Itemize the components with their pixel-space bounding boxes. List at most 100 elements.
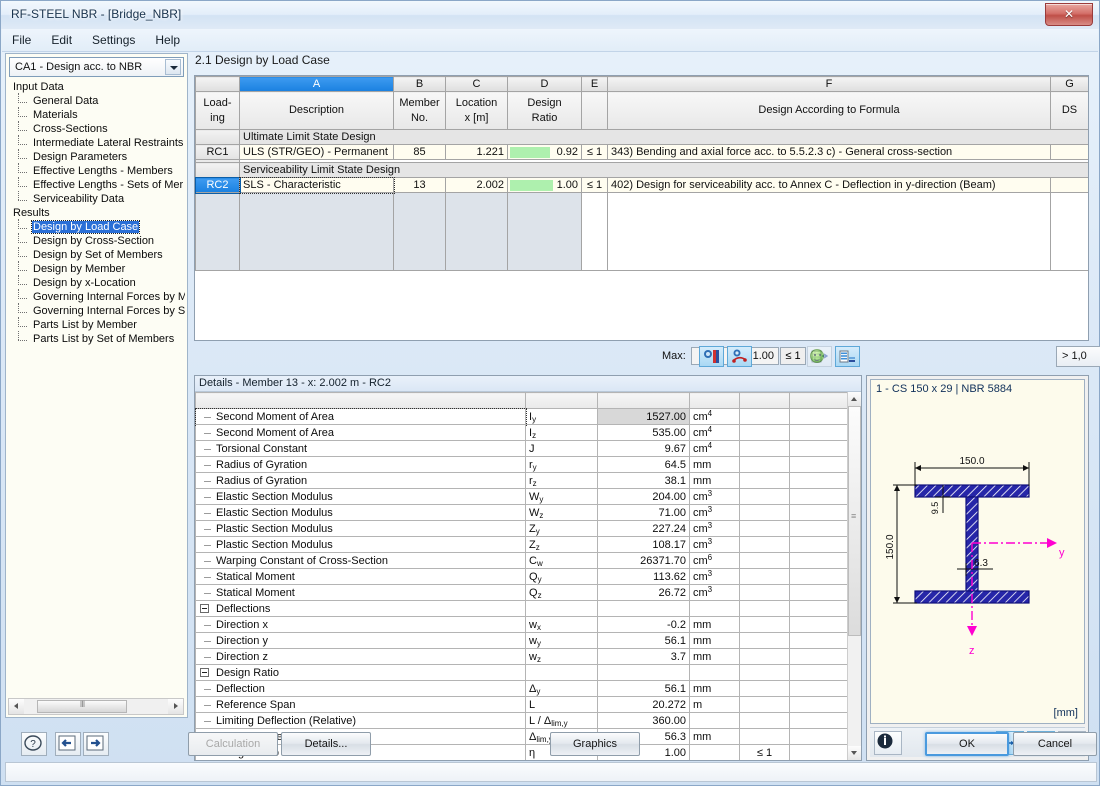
scroll-up-icon[interactable] [848,392,861,406]
color-bars-button[interactable] [835,346,860,367]
sidebar-item-design-by-load-case[interactable]: Design by Load Case [8,219,185,234]
details-group-row[interactable]: Design Ratio [195,664,848,681]
table-row[interactable]: RC1 ULS (STR/GEO) - Permanent 85 1.221 0… [195,144,1088,160]
sidebar-item-design-by-member[interactable]: Design by Member [8,261,185,276]
cell-description[interactable]: ULS (STR/GEO) - Permanent [239,144,394,160]
details-row[interactable]: Second Moment of Area Iy 1527.00 cm4 [195,407,848,426]
details-row[interactable]: Torsional Constant J 9.67 cm4 [195,440,848,457]
sidebar-item-governing-internal-forces-by-set[interactable]: Governing Internal Forces by S [8,303,185,318]
sidebar-item-governing-internal-forces-by-member[interactable]: Governing Internal Forces by M [8,289,185,304]
sidebar-item-cross-sections[interactable]: Cross-Sections [8,121,185,136]
sidebar-item-materials[interactable]: Materials [8,107,185,122]
cell-ds[interactable] [1050,144,1088,160]
details-button[interactable]: Details... [281,732,371,756]
details-row[interactable]: Statical Moment Qz 26.72 cm3 [195,584,848,601]
details-row[interactable]: Elastic Section Modulus Wz 71.00 cm3 [195,504,848,521]
details-row[interactable]: Direction z wz 3.7 mm [195,648,848,665]
details-row[interactable]: Elastic Section Modulus Wy 204.00 cm3 [195,488,848,505]
details-row[interactable]: Limiting Deflection (Relative) L / Δlim,… [195,712,848,729]
sidebar-item-design-by-set-of-members[interactable]: Design by Set of Members [8,247,185,262]
cell-member-no[interactable]: 13 [393,177,446,193]
graphics-button[interactable]: Graphics [550,732,640,756]
col-letter-f[interactable]: F [607,76,1051,92]
sidebar-item-serviceability-data[interactable]: Serviceability Data [8,191,185,206]
menu-settings[interactable]: Settings [82,29,145,50]
header-location: Location x [m] [445,91,508,130]
col-letter-c[interactable]: C [445,76,508,92]
sidebar-item-parts-list-by-set-of-members[interactable]: Parts List by Set of Members [8,331,185,346]
sidebar-item-design-by-x-location[interactable]: Design by x-Location [8,275,185,290]
cell-ds[interactable] [1050,177,1088,193]
details-row[interactable]: Second Moment of Area Iz 535.00 cm4 [195,424,848,441]
cell-formula[interactable]: 402) Design for serviceability acc. to A… [607,177,1051,193]
sidebar-item-general-data[interactable]: General Data [8,93,185,108]
col-letter-d[interactable]: D [507,76,582,92]
details-group-row[interactable]: Deflections [195,600,848,617]
col-letter-a[interactable]: A [239,76,394,92]
cell-design-ratio[interactable]: 0.92 [507,144,582,160]
close-button[interactable]: ✕ [1045,3,1093,26]
cell-formula[interactable]: 343) Bending and axial force acc. to 5.5… [607,144,1051,160]
cell-loading[interactable]: RC2 [195,176,241,194]
cancel-button[interactable]: Cancel [1013,732,1097,756]
col-letter-e[interactable]: E [581,76,608,92]
scroll-right-icon[interactable] [168,699,183,714]
chevron-down-icon[interactable] [165,59,181,75]
scrollbar-thumb[interactable] [37,699,127,713]
tree-group-results[interactable]: Results [8,206,185,220]
navigation-horizontal-scrollbar[interactable] [8,698,184,715]
help-button[interactable]: ? [21,732,47,756]
table-row[interactable]: Ultimate Limit State Design [195,129,1088,145]
menu-file[interactable]: File [2,29,41,50]
sidebar-item-design-by-cross-section[interactable]: Design by Cross-Section [8,233,185,248]
table-row[interactable]: Serviceability Limit State Design [195,162,1088,178]
details-row[interactable]: Plastic Section Modulus Zy 227.24 cm3 [195,520,848,537]
col-letter-b[interactable]: B [393,76,446,92]
details-body[interactable]: Second Moment of Area Iy 1527.00 cm4 Sec… [195,392,848,760]
cell-location[interactable]: 1.221 [445,144,508,160]
tree-group-input-data[interactable]: Input Data [8,80,185,94]
sidebar-item-design-parameters[interactable]: Design Parameters [8,149,185,164]
details-vertical-scrollbar[interactable] [847,392,861,760]
details-row[interactable]: Direction x wx -0.2 mm [195,616,848,633]
details-row[interactable]: Radius of Gyration rz 38.1 mm [195,472,848,489]
calculation-button[interactable]: Calculation [188,732,278,756]
sidebar-item-effective-lengths-sets[interactable]: Effective Lengths - Sets of Mer [8,177,185,192]
cross-section-canvas[interactable]: 1 - CS 150 x 29 | NBR 5884 [mm] 150.0 15… [870,379,1085,724]
details-row[interactable]: Plastic Section Modulus Zz 108.17 cm3 [195,536,848,553]
cell-loading[interactable]: RC1 [195,144,240,160]
details-row[interactable]: Statical Moment Qy 113.62 cm3 [195,568,848,585]
details-row[interactable]: Warping Constant of Cross-Section Cw 263… [195,552,848,569]
sidebar-item-effective-lengths-members[interactable]: Effective Lengths - Members [8,163,185,178]
detail-value: 20.272 [597,696,690,713]
collapse-box-icon[interactable] [200,604,209,613]
details-row[interactable]: Direction y wy 56.1 mm [195,632,848,649]
ok-button[interactable]: OK [925,732,1009,756]
menu-help[interactable]: Help [145,29,190,50]
cell-description[interactable]: SLS - Characteristic [238,176,395,194]
col-letter-g[interactable]: G [1050,76,1088,92]
previous-button[interactable] [55,732,81,756]
cell-location[interactable]: 2.002 [445,177,508,193]
scrollbar-thumb[interactable] [848,406,861,636]
details-row[interactable]: Deflection Δy 56.1 mm [195,680,848,697]
cell-design-ratio[interactable]: 1.00 [507,177,582,193]
sidebar-item-intermediate-lateral-restraints[interactable]: Intermediate Lateral Restraints [8,135,185,150]
collapse-box-icon[interactable] [200,668,209,677]
details-row[interactable]: Radius of Gyration ry 64.5 mm [195,456,848,473]
cell-member-no[interactable]: 85 [393,144,446,160]
scroll-left-icon[interactable] [9,699,24,714]
result-diagram-button[interactable] [699,346,724,367]
menu-edit[interactable]: Edit [41,29,82,50]
dim-flange-text: 9.5 [930,502,940,515]
table-row[interactable]: RC2 SLS - Characteristic 13 2.002 1.00 ≤… [195,176,1088,194]
export-table-button[interactable] [807,346,832,367]
detail-condition [739,584,790,601]
results-table[interactable]: A B C D E F G Load- ing Description Memb… [194,75,1089,341]
design-case-dropdown[interactable]: CA1 - Design acc. to NBR [9,57,184,77]
filter-dropdown[interactable]: > 1,0 [1056,346,1100,367]
next-button[interactable] [83,732,109,756]
result-view-button[interactable] [727,346,752,367]
sidebar-item-parts-list-by-member[interactable]: Parts List by Member [8,317,185,332]
details-row[interactable]: Reference Span L 20.272 m [195,696,848,713]
